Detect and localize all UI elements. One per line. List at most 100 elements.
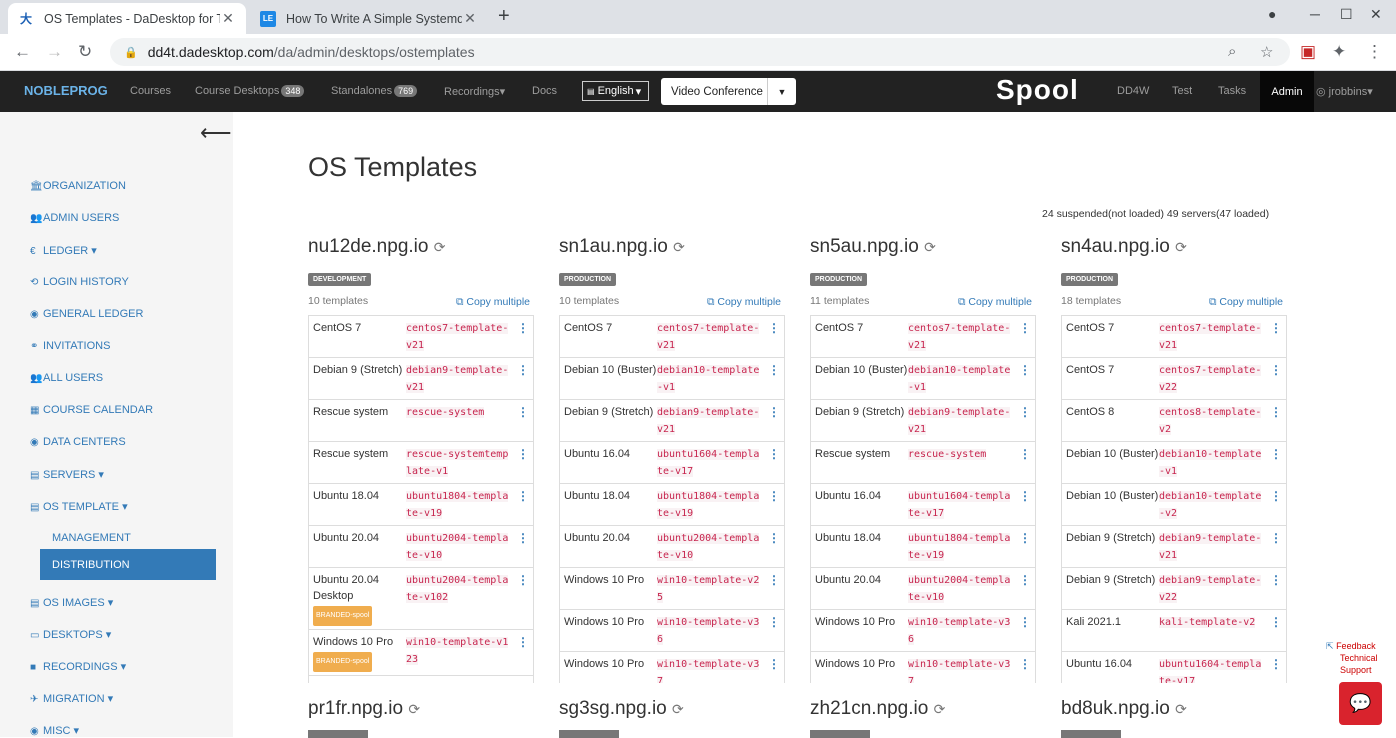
- kebab-menu-icon[interactable]: ⋮: [765, 488, 783, 522]
- refresh-icon[interactable]: ⟳: [434, 239, 446, 255]
- kebab-menu-icon[interactable]: ⋮: [765, 362, 783, 396]
- sidebar-item-management[interactable]: MANAGEMENT: [52, 532, 131, 544]
- kebab-menu-icon[interactable]: ⋮: [765, 572, 783, 606]
- kebab-menu-icon[interactable]: ⋮: [514, 572, 532, 626]
- nav-tasks[interactable]: Tasks: [1218, 85, 1246, 97]
- kebab-menu-icon[interactable]: ⋮: [1267, 320, 1285, 354]
- sidebar-item-organization[interactable]: 🏛ORGANIZATION: [30, 180, 126, 192]
- language-select[interactable]: ▤ English ▾: [582, 81, 649, 101]
- refresh-icon[interactable]: ⟳: [408, 701, 420, 717]
- kebab-menu-icon[interactable]: ⋮: [1267, 656, 1285, 683]
- copy-multiple-link[interactable]: ⧉ Copy multiple: [958, 296, 1032, 309]
- kebab-menu-icon[interactable]: ⋮: [765, 446, 783, 480]
- kebab-menu-icon[interactable]: ⋮: [514, 634, 532, 672]
- sidebar-item-desktops[interactable]: ▭ DESKTOPS ▾: [30, 628, 111, 641]
- kebab-menu-icon[interactable]: ⋮: [1016, 614, 1034, 648]
- nav-docs[interactable]: Docs: [532, 85, 557, 97]
- spool-logo[interactable]: Spool: [996, 74, 1079, 106]
- nav-recordings[interactable]: Recordings▾: [444, 85, 505, 98]
- window-close-icon[interactable]: ✕: [1370, 6, 1382, 23]
- nav-course-desktops[interactable]: Course Desktops 348: [195, 85, 305, 97]
- refresh-icon[interactable]: ⟳: [673, 239, 685, 255]
- minimize-icon[interactable]: ─: [1310, 6, 1320, 22]
- sidebar-item-ledger[interactable]: € LEDGER ▾: [30, 244, 97, 257]
- puzzle-icon[interactable]: ✦: [1332, 42, 1346, 62]
- extension-icon[interactable]: ▣: [1300, 42, 1316, 62]
- sidebar-item-course-calendar[interactable]: ▦ COURSE CALENDAR: [30, 404, 153, 416]
- menu-kebab-icon[interactable]: ⋮: [1366, 42, 1383, 62]
- refresh-icon[interactable]: ⟳: [924, 239, 936, 255]
- zoom-icon[interactable]: ⌕: [1228, 43, 1236, 60]
- kebab-menu-icon[interactable]: ⋮: [514, 320, 532, 354]
- close-icon[interactable]: ✕: [220, 10, 236, 27]
- video-conference-button[interactable]: Video Conference ▼: [661, 78, 796, 105]
- url-bar[interactable]: 🔒 dd4t.dadesktop.com /da/admin/desktops/…: [110, 38, 1290, 66]
- kebab-menu-icon[interactable]: ⋮: [514, 404, 532, 438]
- browser-tab-inactive[interactable]: LE How To Write A Simple Systemd ✕: [250, 3, 488, 34]
- kebab-menu-icon[interactable]: ⋮: [1267, 404, 1285, 438]
- feedback-link[interactable]: ⇱ Feedback Technical Support: [1326, 640, 1378, 676]
- kebab-menu-icon[interactable]: ⋮: [1016, 446, 1034, 480]
- copy-multiple-link[interactable]: ⧉ Copy multiple: [1209, 296, 1283, 309]
- sidebar-item-misc[interactable]: ◉ MISC ▾: [30, 724, 79, 737]
- sidebar-item-data-centers[interactable]: ◉ DATA CENTERS: [30, 436, 126, 448]
- maximize-icon[interactable]: ☐: [1340, 6, 1353, 23]
- nav-standalones[interactable]: Standalones 769: [331, 85, 418, 97]
- refresh-icon[interactable]: ⟳: [934, 701, 946, 717]
- sidebar-item-os-images[interactable]: ▤ OS IMAGES ▾: [30, 596, 113, 609]
- caret-down-icon[interactable]: ▼: [768, 87, 796, 97]
- kebab-menu-icon[interactable]: ⋮: [765, 320, 783, 354]
- sidebar-item-invitations[interactable]: ⚭ INVITATIONS: [30, 340, 110, 352]
- sidebar-item-all-users[interactable]: 👥ALL USERS: [30, 372, 103, 384]
- sidebar-item-os-template[interactable]: ▤ OS TEMPLATE ▾: [30, 500, 128, 513]
- sidebar-item-distribution[interactable]: DISTRIBUTION: [40, 549, 216, 580]
- kebab-menu-icon[interactable]: ⋮: [1267, 446, 1285, 480]
- nav-courses[interactable]: Courses: [130, 85, 171, 97]
- sidebar-item-login-history[interactable]: ⟲ LOGIN HISTORY: [30, 276, 129, 288]
- profile-dropdown-icon[interactable]: ●: [1268, 6, 1276, 22]
- kebab-menu-icon[interactable]: ⋮: [1267, 362, 1285, 396]
- copy-multiple-link[interactable]: ⧉ Copy multiple: [707, 296, 781, 309]
- collapse-sidebar-icon[interactable]: ⟵: [200, 120, 232, 146]
- kebab-menu-icon[interactable]: ⋮: [1267, 614, 1285, 648]
- chat-button[interactable]: 💬: [1339, 682, 1382, 725]
- browser-tab-active[interactable]: 大 OS Templates - DaDesktop for Tr ✕: [8, 3, 246, 34]
- forward-icon[interactable]: →: [46, 42, 63, 62]
- refresh-icon[interactable]: ⟳: [1175, 239, 1187, 255]
- kebab-menu-icon[interactable]: ⋮: [514, 680, 532, 683]
- kebab-menu-icon[interactable]: ⋮: [1267, 488, 1285, 522]
- nav-dd4w[interactable]: DD4W: [1117, 85, 1149, 97]
- kebab-menu-icon[interactable]: ⋮: [765, 404, 783, 438]
- nav-admin[interactable]: Admin: [1260, 71, 1314, 112]
- kebab-menu-icon[interactable]: ⋮: [765, 656, 783, 683]
- kebab-menu-icon[interactable]: ⋮: [1016, 488, 1034, 522]
- kebab-menu-icon[interactable]: ⋮: [514, 488, 532, 522]
- brand-logo[interactable]: NOBLEPROG: [24, 83, 108, 98]
- nav-test[interactable]: Test: [1172, 85, 1192, 97]
- sidebar-item-admin-users[interactable]: 👥ADMIN USERS: [30, 212, 119, 224]
- refresh-icon[interactable]: ⟳: [1175, 701, 1187, 717]
- kebab-menu-icon[interactable]: ⋮: [765, 530, 783, 564]
- kebab-menu-icon[interactable]: ⋮: [514, 446, 532, 480]
- nav-user-menu[interactable]: ◎ jrobbins▾: [1316, 85, 1373, 98]
- bookmark-star-icon[interactable]: ☆: [1260, 43, 1273, 61]
- kebab-menu-icon[interactable]: ⋮: [514, 362, 532, 396]
- kebab-menu-icon[interactable]: ⋮: [1016, 320, 1034, 354]
- sidebar-item-general-ledger[interactable]: ◉ GENERAL LEDGER: [30, 308, 143, 320]
- kebab-menu-icon[interactable]: ⋮: [1016, 404, 1034, 438]
- kebab-menu-icon[interactable]: ⋮: [1016, 530, 1034, 564]
- sidebar-item-migration[interactable]: ✈ MIGRATION ▾: [30, 692, 113, 705]
- kebab-menu-icon[interactable]: ⋮: [1016, 656, 1034, 683]
- back-icon[interactable]: ←: [14, 42, 31, 62]
- kebab-menu-icon[interactable]: ⋮: [514, 530, 532, 564]
- reload-icon[interactable]: ↻: [78, 42, 92, 62]
- kebab-menu-icon[interactable]: ⋮: [1267, 572, 1285, 606]
- kebab-menu-icon[interactable]: ⋮: [765, 614, 783, 648]
- kebab-menu-icon[interactable]: ⋮: [1016, 362, 1034, 396]
- sidebar-item-servers[interactable]: ▤ SERVERS ▾: [30, 468, 104, 481]
- kebab-menu-icon[interactable]: ⋮: [1016, 572, 1034, 606]
- sidebar-item-recordings[interactable]: ■ RECORDINGS ▾: [30, 660, 126, 673]
- refresh-icon[interactable]: ⟳: [672, 701, 684, 717]
- copy-multiple-link[interactable]: ⧉ Copy multiple: [456, 296, 530, 309]
- new-tab-icon[interactable]: +: [498, 5, 510, 28]
